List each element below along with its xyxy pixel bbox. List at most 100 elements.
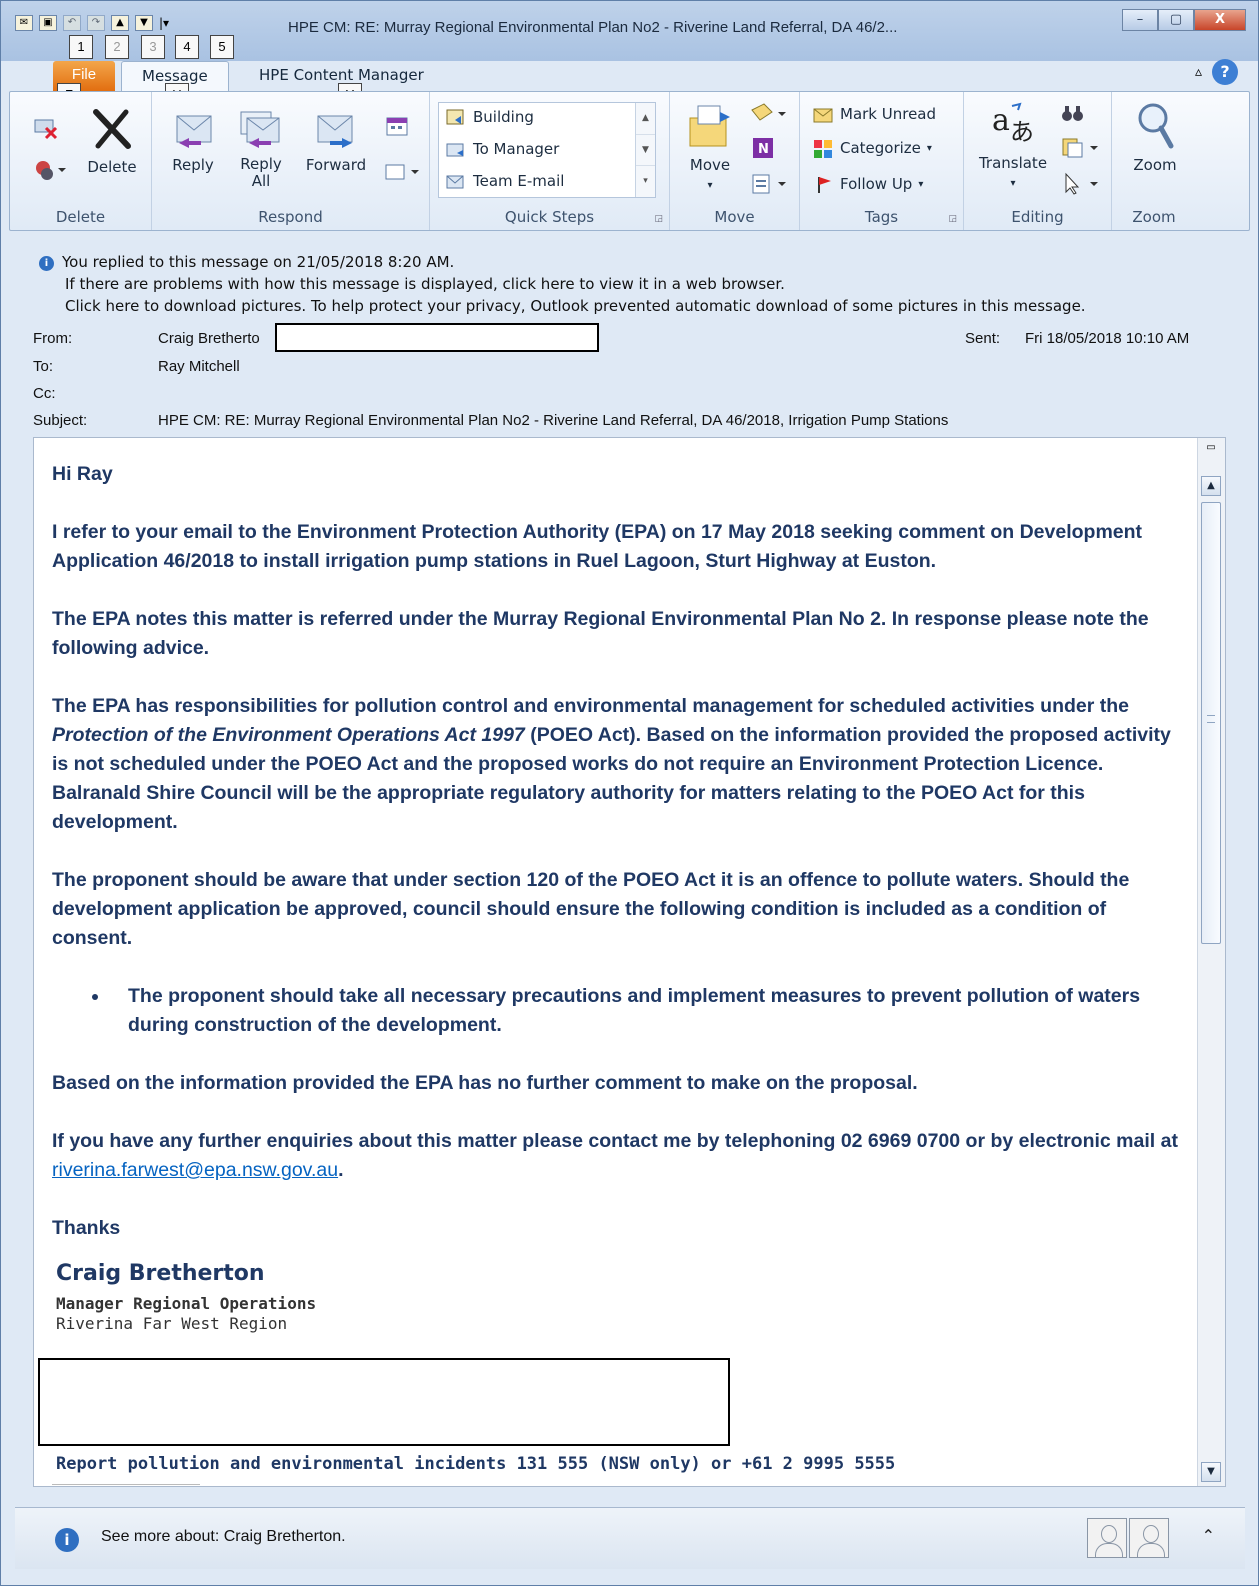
quick-steps-label: Quick Steps — [504, 208, 595, 226]
signature-title: Manager Regional Operations — [56, 1294, 317, 1313]
undo-icon[interactable]: ↶ — [63, 15, 81, 31]
report-pollution-line: Report pollution and environmental incid… — [56, 1454, 896, 1474]
follow-up-button[interactable]: Follow Up ▾ — [812, 174, 923, 194]
qs-up-icon[interactable]: ▲ — [636, 103, 655, 134]
window-controls: – ▢ X — [1122, 9, 1246, 31]
find-icon[interactable] — [1060, 102, 1086, 130]
grip-icon — [1207, 715, 1215, 723]
replied-notice: You replied to this message on 21/05/201… — [62, 253, 455, 271]
customize-qat-icon[interactable]: |▾ — [159, 16, 169, 30]
quick-step-team-email[interactable]: Team E-mail — [445, 171, 564, 191]
svg-text:a: a — [992, 103, 1010, 138]
browser-view-link[interactable]: If there are problems with how this mess… — [39, 273, 1086, 295]
mark-unread-button[interactable]: Mark Unread — [812, 104, 936, 124]
ignore-icon[interactable] — [32, 114, 60, 144]
quick-steps-group: Building To Manager Team E-mail ▲ ▼ ▾ Qu… — [430, 92, 670, 230]
reply-button[interactable]: Reply — [162, 106, 224, 174]
up-arrow-icon[interactable]: ▲ — [111, 15, 129, 31]
follow-up-dropdown-icon: ▾ — [918, 178, 924, 190]
reply-all-label-2: All — [251, 172, 271, 190]
see-more-about-link[interactable]: See more about: Craig Bretherton. — [101, 1528, 346, 1546]
save-icon[interactable]: ▣ — [39, 15, 57, 31]
collapse-ribbon-icon[interactable]: ▵ — [1195, 64, 1202, 80]
email-link[interactable]: riverina.farwest@epa.nsw.gov.au — [52, 1159, 338, 1181]
list-item: The proponent should take all necessary … — [110, 982, 1182, 1040]
tags-group: Mark Unread Categorize ▾ Follow Up ▾ Tag… — [800, 92, 964, 230]
translate-label: Translate — [978, 154, 1048, 172]
info-bar: i You replied to this message on 21/05/20… — [39, 251, 1086, 317]
reply-all-icon — [240, 111, 280, 148]
zoom-button[interactable]: Zoom — [1120, 100, 1190, 174]
keytip-2: 2 — [105, 35, 129, 59]
message-body[interactable]: Hi Ray I refer to your email to the Envi… — [33, 437, 1226, 1487]
mark-unread-icon — [813, 108, 833, 123]
actions-icon[interactable] — [750, 172, 790, 200]
down-arrow-icon[interactable]: ▼ — [135, 15, 153, 31]
quick-steps-gallery: Building To Manager Team E-mail ▲ ▼ ▾ — [438, 102, 656, 198]
qs-down-icon[interactable]: ▼ — [636, 134, 655, 165]
from-value[interactable]: Craig Bretherto — [158, 330, 260, 347]
translate-button[interactable]: aあ Translate ▾ — [972, 100, 1054, 190]
reply-all-button[interactable]: Reply All — [230, 106, 292, 190]
paragraph-1: I refer to your email to the Environment… — [52, 521, 1143, 572]
keytip-5: 5 — [210, 35, 234, 59]
keytip-1: 1 — [69, 35, 93, 59]
quick-steps-launcher-icon[interactable]: ◲ — [654, 214, 663, 224]
translate-dropdown-icon: ▾ — [1010, 178, 1016, 189]
more-respond-icon[interactable] — [384, 162, 420, 186]
quick-step-to-manager[interactable]: To Manager — [445, 139, 559, 159]
related-icon[interactable] — [1060, 136, 1100, 164]
quick-steps-scroll[interactable]: ▲ ▼ ▾ — [635, 103, 655, 197]
delete-button[interactable]: Delete — [80, 106, 144, 176]
vertical-scrollbar[interactable]: ▭ ▲ ▼ — [1197, 438, 1225, 1486]
rules-icon[interactable] — [748, 100, 788, 130]
help-area: ▵ ? — [1195, 59, 1238, 85]
reply-all-label-1: Reply — [240, 155, 282, 173]
download-pictures-link[interactable]: Click here to download pictures. To help… — [39, 295, 1086, 317]
paragraph-5: Based on the information provided the EP… — [52, 1072, 918, 1094]
sent-label: Sent: — [965, 330, 1001, 347]
zoom-label: Zoom — [1133, 156, 1177, 174]
signature-name: Craig Bretherton — [56, 1261, 265, 1286]
delete-label: Delete — [87, 158, 137, 176]
scroll-up-button[interactable]: ▲ — [1201, 476, 1221, 496]
zoom-group-label: Zoom — [1132, 208, 1176, 226]
scroll-thumb[interactable] — [1201, 502, 1221, 944]
people-pane: i See more about: Craig Bretherton. ⌃ — [15, 1507, 1245, 1569]
scroll-down-button[interactable]: ▼ — [1201, 1462, 1221, 1482]
to-value[interactable]: Ray Mitchell — [158, 358, 240, 375]
expand-people-pane-icon[interactable]: ⌃ — [1202, 1526, 1215, 1545]
forward-button[interactable]: Forward — [298, 106, 374, 174]
greeting: Hi Ray — [52, 463, 113, 485]
paragraph-3: The EPA has responsibilities for polluti… — [52, 695, 1171, 833]
help-icon[interactable]: ? — [1212, 59, 1238, 85]
redo-icon[interactable]: ↷ — [87, 15, 105, 31]
message-content: Hi Ray I refer to your email to the Envi… — [52, 460, 1182, 1334]
window-title: HPE CM: RE: Murray Regional Environmenta… — [288, 19, 898, 36]
minimize-button[interactable]: – — [1122, 9, 1158, 31]
redacted-signature-block — [38, 1358, 730, 1446]
close-button[interactable]: X — [1194, 9, 1246, 31]
junk-icon[interactable] — [34, 158, 66, 186]
signature: Craig Bretherton Manager Regional Operat… — [52, 1259, 1182, 1334]
paragraph-2: The EPA notes this matter is referred un… — [52, 608, 1149, 659]
select-icon[interactable] — [1060, 172, 1100, 200]
cc-label: Cc: — [33, 385, 56, 402]
onenote-icon[interactable]: N — [750, 136, 776, 164]
qs-more-icon[interactable]: ▾ — [636, 165, 655, 196]
move-button[interactable]: Move ▾ — [680, 102, 740, 192]
tags-launcher-icon[interactable]: ◲ — [948, 214, 957, 224]
delete-group-label: Delete — [55, 208, 106, 226]
avatar[interactable] — [1129, 1518, 1169, 1558]
categorize-button[interactable]: Categorize ▾ — [812, 138, 932, 158]
zoom-group: Zoom Zoom — [1112, 92, 1196, 230]
building-step-icon — [446, 109, 464, 125]
quick-step-building[interactable]: Building — [445, 107, 534, 127]
maximize-button[interactable]: ▢ — [1158, 9, 1194, 31]
avatar[interactable] — [1087, 1518, 1127, 1558]
meeting-icon[interactable] — [384, 114, 410, 142]
keytip-4: 4 — [175, 35, 199, 59]
mail-icon[interactable]: ✉ — [15, 15, 33, 31]
split-icon[interactable]: ▭ — [1203, 442, 1219, 456]
categorize-dropdown-icon: ▾ — [926, 142, 932, 154]
